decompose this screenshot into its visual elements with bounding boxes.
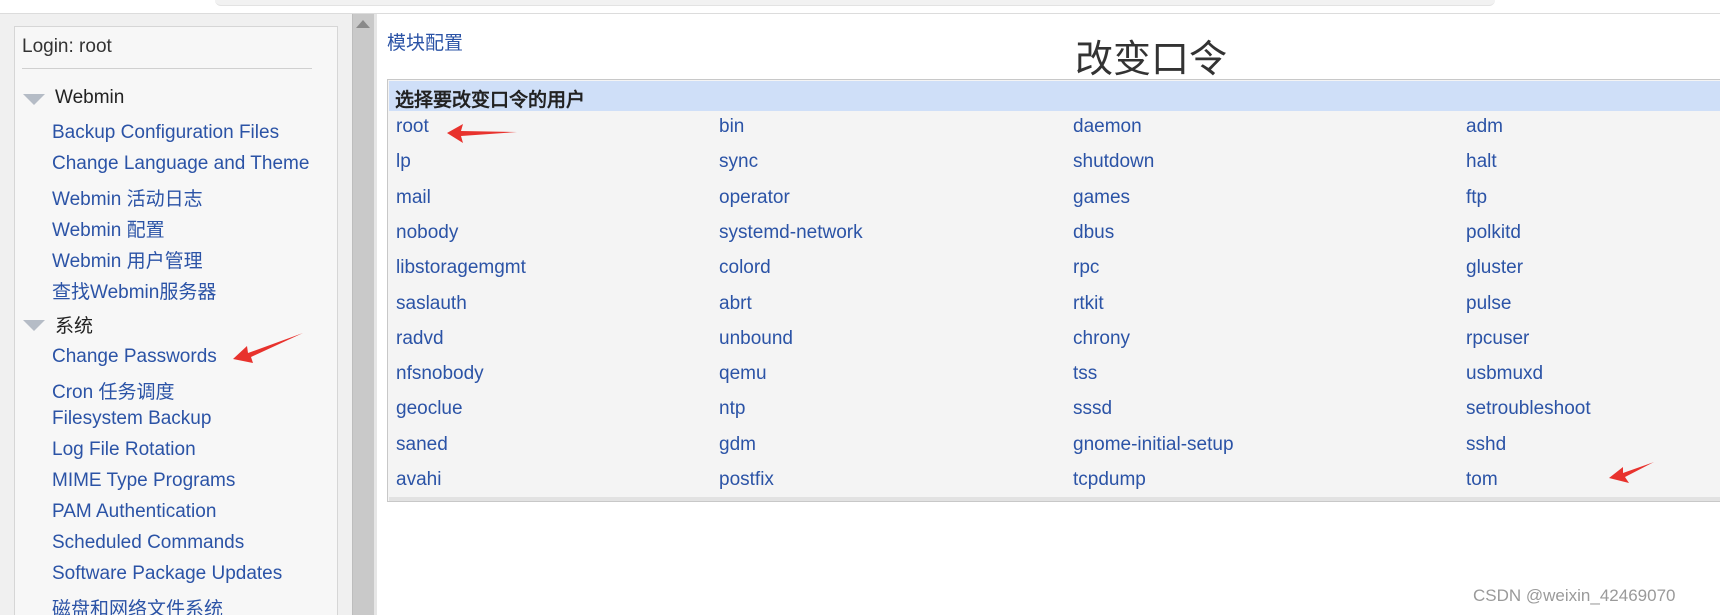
user-link[interactable]: ftp <box>1466 187 1487 209</box>
sidebar-item-software-package-updates[interactable]: Software Package Updates <box>52 563 282 585</box>
sidebar-item-log-file-rotation[interactable]: Log File Rotation <box>52 439 196 461</box>
red-arrow-icon <box>447 124 517 143</box>
user-link[interactable]: usbmuxd <box>1466 363 1543 385</box>
user-link[interactable]: rpc <box>1073 257 1099 279</box>
watermark: CSDN @weixin_42469070 <box>1473 586 1676 605</box>
sidebar-item-backup-configuration-files[interactable]: Backup Configuration Files <box>52 122 279 144</box>
user-link[interactable]: avahi <box>396 469 441 491</box>
user-link[interactable]: sync <box>719 151 758 173</box>
user-link[interactable]: systemd-network <box>719 222 863 244</box>
user-link[interactable]: mail <box>396 187 431 209</box>
page-title: 改变口令 <box>1075 37 1228 81</box>
user-link[interactable]: radvd <box>396 328 444 350</box>
user-link[interactable]: halt <box>1466 151 1497 173</box>
user-link[interactable]: qemu <box>719 363 767 385</box>
sidebar-item-change-language-and-theme[interactable]: Change Language and Theme <box>52 153 309 175</box>
user-link[interactable]: nobody <box>396 222 458 244</box>
login-divider <box>22 68 312 69</box>
sidebar-item-find-webmin-servers[interactable]: 查找Webmin服务器 <box>52 277 216 304</box>
user-link[interactable]: libstoragemgmt <box>396 257 526 279</box>
sidebar-item-scheduled-commands[interactable]: Scheduled Commands <box>52 532 244 554</box>
user-link[interactable]: ntp <box>719 398 745 420</box>
sidebar-item-webmin-users[interactable]: Webmin 用户管理 <box>52 246 203 273</box>
sidebar-item-mime-type-programs[interactable]: MIME Type Programs <box>52 470 235 492</box>
red-arrow-icon <box>1609 462 1654 483</box>
sidebar-item-webmin-action-log[interactable]: Webmin 活动日志 <box>52 184 203 211</box>
user-link[interactable]: tom <box>1466 469 1498 491</box>
panel-bottom-edge <box>389 497 1720 501</box>
user-link[interactable]: setroubleshoot <box>1466 398 1591 420</box>
user-link[interactable]: dbus <box>1073 222 1114 244</box>
sidebar-item-disk-network-filesystems[interactable]: 磁盘和网络文件系统 <box>52 594 223 615</box>
user-link[interactable]: geoclue <box>396 398 463 420</box>
main-content: 模块配置 改变口令 选择要改变口令的用户 root bin daemon adm lp s… <box>377 14 1720 615</box>
user-link[interactable]: polkitd <box>1466 222 1521 244</box>
user-link[interactable]: sshd <box>1466 434 1506 456</box>
section-label: 系统 <box>55 316 94 337</box>
user-link[interactable]: tss <box>1073 363 1097 385</box>
panel-header: 选择要改变口令的用户 <box>389 81 1720 111</box>
user-link[interactable]: postfix <box>719 469 774 491</box>
user-link[interactable]: daemon <box>1073 116 1142 138</box>
user-link[interactable]: games <box>1073 187 1130 209</box>
user-link[interactable]: gnome-initial-setup <box>1073 434 1234 456</box>
user-link[interactable]: bin <box>719 116 744 138</box>
user-link[interactable]: shutdown <box>1073 151 1154 173</box>
red-arrow-icon <box>233 333 303 363</box>
browser-top-bar <box>0 0 1720 14</box>
user-link[interactable]: sssd <box>1073 398 1112 420</box>
user-link[interactable]: chrony <box>1073 328 1130 350</box>
panel-header-text: 选择要改变口令的用户 <box>395 90 586 111</box>
user-link[interactable]: tcpdump <box>1073 469 1146 491</box>
module-config-link[interactable]: 模块配置 <box>387 28 463 55</box>
user-link[interactable]: abrt <box>719 293 752 315</box>
user-link[interactable]: saslauth <box>396 293 467 315</box>
scroll-up-arrow-icon[interactable] <box>356 20 370 28</box>
section-webmin[interactable]: Webmin <box>23 87 124 109</box>
user-link[interactable]: adm <box>1466 116 1503 138</box>
login-label: Login: root <box>22 36 112 57</box>
section-system[interactable]: 系统 <box>23 311 93 338</box>
user-list-panel: 选择要改变口令的用户 root bin daemon adm lp sync shutdow… <box>387 79 1720 502</box>
sidebar-item-webmin-config[interactable]: Webmin 配置 <box>52 215 165 242</box>
user-link[interactable]: colord <box>719 257 771 279</box>
user-link[interactable]: nfsnobody <box>396 363 484 385</box>
user-link[interactable]: rtkit <box>1073 293 1104 315</box>
sidebar-item-pam-authentication[interactable]: PAM Authentication <box>52 501 216 523</box>
user-link[interactable]: rpcuser <box>1466 328 1529 350</box>
sidebar-item-cron[interactable]: Cron 任务调度 <box>52 377 174 404</box>
user-link[interactable]: gdm <box>719 434 756 456</box>
section-label: Webmin <box>55 87 125 108</box>
caret-down-icon <box>23 93 45 105</box>
user-link[interactable]: lp <box>396 151 411 173</box>
user-link[interactable]: saned <box>396 434 448 456</box>
user-link[interactable]: gluster <box>1466 257 1523 279</box>
sidebar-item-change-passwords[interactable]: Change Passwords <box>52 346 217 368</box>
address-bar-edge <box>215 0 1495 6</box>
caret-down-icon <box>23 320 45 331</box>
sidebar: Login: root Webmin Backup Configuration … <box>14 26 338 615</box>
user-link[interactable]: operator <box>719 187 790 209</box>
user-link[interactable]: pulse <box>1466 293 1511 315</box>
sidebar-item-filesystem-backup[interactable]: Filesystem Backup <box>52 408 211 430</box>
user-link[interactable]: root <box>396 116 429 138</box>
frame-scrollbar[interactable] <box>352 14 374 615</box>
user-link[interactable]: unbound <box>719 328 793 350</box>
